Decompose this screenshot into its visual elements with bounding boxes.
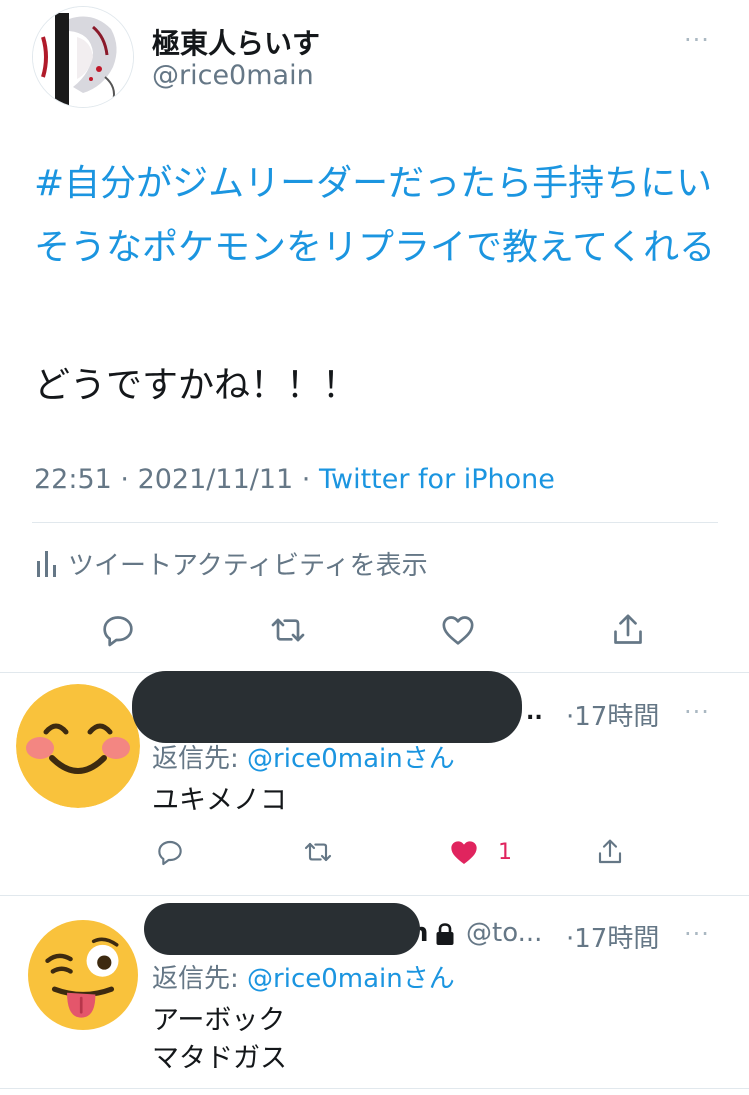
- like-count: 1: [498, 840, 512, 865]
- reply-to-prefix: 返信先:: [152, 744, 248, 774]
- retweet-icon: [304, 842, 332, 862]
- analytics-icon: [37, 550, 56, 577]
- tweet-time: 22:51: [34, 464, 112, 495]
- reply-to: 返信先: @rice0mainさん: [152, 958, 455, 995]
- meta-separator: ·: [301, 464, 319, 495]
- more-options-icon[interactable]: ···: [684, 698, 710, 726]
- share-icon: [614, 614, 642, 644]
- reply-to-mention[interactable]: @rice0mainさん: [247, 964, 455, 994]
- reply-line: アーボック: [152, 1005, 286, 1036]
- share-icon: [598, 839, 622, 864]
- author-name[interactable]: 極東人らいす: [152, 22, 320, 62]
- reply-to-prefix: 返信先:: [152, 964, 248, 994]
- heart-icon: [442, 616, 474, 645]
- more-options-icon[interactable]: ···: [684, 26, 710, 54]
- reply-icon: [103, 616, 133, 647]
- tweet-activity-link[interactable]: ツイートアクティビティを表示: [36, 545, 428, 582]
- retweet-icon: [271, 618, 305, 642]
- more-options-icon[interactable]: ···: [684, 920, 710, 948]
- retweet-button[interactable]: [266, 608, 310, 652]
- divider: [0, 895, 749, 896]
- tweet-source-link[interactable]: Twitter for iPhone: [319, 464, 555, 495]
- like-button[interactable]: [436, 608, 480, 652]
- lock-icon: [436, 923, 454, 945]
- divider: [0, 1088, 749, 1089]
- tweet-body: どうですかね！！！: [34, 365, 359, 406]
- reply-button[interactable]: [96, 608, 140, 652]
- share-button[interactable]: [606, 608, 650, 652]
- reply-body: ユキメノコ: [152, 782, 287, 820]
- tweet-hashtag[interactable]: #自分がジムリーダーだったら手持ちにいそうなポケモンをリプライで教えてくれる: [34, 152, 724, 280]
- tweet-date[interactable]: 2021/11/11: [138, 464, 294, 495]
- heart-filled-icon: [451, 841, 477, 864]
- activity-label: ツイートアクティビティを表示: [68, 551, 428, 581]
- author-handle[interactable]: @rice0main: [152, 60, 314, 91]
- divider: [32, 522, 718, 523]
- reply-handle[interactable]: @to...: [466, 918, 542, 948]
- redacted-name: [144, 903, 420, 955]
- share-button[interactable]: [588, 830, 632, 874]
- reply-line: マタドガス: [152, 1043, 287, 1074]
- reply-avatar[interactable]: [28, 920, 138, 1034]
- blushing-smile-emoji-icon: [16, 684, 140, 808]
- reply-name-tail[interactable]: ..: [526, 700, 543, 725]
- avatar-illustration: [33, 7, 133, 107]
- reply-line: ユキメノコ: [152, 785, 287, 816]
- tweet-meta: 22:51 · 2021/11/11 · Twitter for iPhone: [34, 464, 555, 495]
- like-button[interactable]: [442, 830, 486, 874]
- reply-to: 返信先: @rice0mainさん: [152, 738, 455, 775]
- reply-to-mention[interactable]: @rice0mainさん: [247, 744, 455, 774]
- reply-body: アーボック マタドガス: [152, 1002, 287, 1078]
- reply-time[interactable]: ·17時間: [566, 696, 659, 733]
- reply-icon: [158, 840, 182, 866]
- reply-button[interactable]: [148, 830, 192, 874]
- retweet-button[interactable]: [296, 830, 340, 874]
- author-avatar[interactable]: [32, 6, 134, 108]
- winking-tongue-emoji-icon: [28, 920, 138, 1030]
- redacted-name: [132, 671, 522, 743]
- reply-time[interactable]: ·17時間: [566, 918, 659, 955]
- reply-avatar[interactable]: [16, 684, 140, 812]
- meta-separator: ·: [120, 464, 138, 495]
